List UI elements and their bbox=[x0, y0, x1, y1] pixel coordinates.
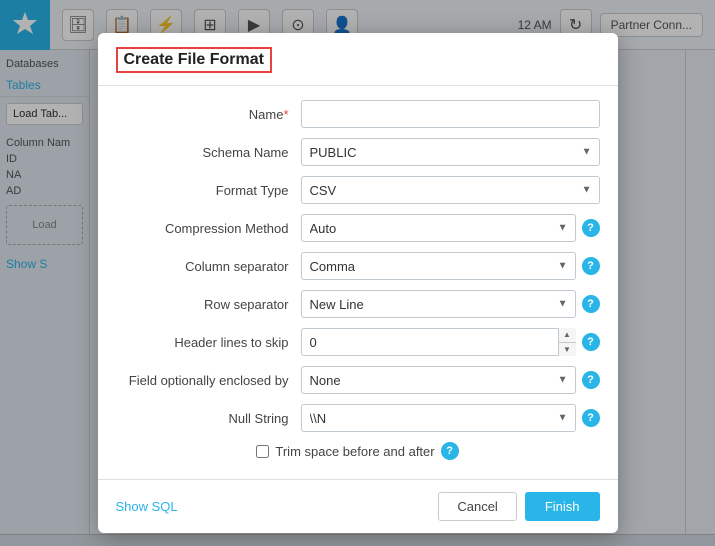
modal-header: Create File Format bbox=[98, 33, 618, 86]
row-separator-select[interactable]: New Line bbox=[301, 290, 576, 318]
null-string-row: Null String \\N ▼ ? bbox=[116, 404, 600, 432]
header-lines-help-icon[interactable]: ? bbox=[582, 333, 600, 351]
field-enclosed-help-icon[interactable]: ? bbox=[582, 371, 600, 389]
trim-space-row: Trim space before and after ? bbox=[116, 442, 600, 460]
null-string-select[interactable]: \\N bbox=[301, 404, 576, 432]
trim-space-checkbox[interactable] bbox=[256, 445, 269, 458]
schema-name-control: PUBLIC ▼ bbox=[301, 138, 600, 166]
name-control bbox=[301, 100, 600, 128]
row-separator-label: Row separator bbox=[116, 297, 301, 312]
footer-buttons: Cancel Finish bbox=[438, 492, 599, 521]
compression-method-row: Compression Method Auto ▼ ? bbox=[116, 214, 600, 242]
modal-footer: Show SQL Cancel Finish bbox=[98, 479, 618, 533]
compression-method-label: Compression Method bbox=[116, 221, 301, 236]
modal-dialog: Create File Format Name* Schema Name bbox=[98, 33, 618, 533]
column-separator-help-icon[interactable]: ? bbox=[582, 257, 600, 275]
header-lines-wrapper: ▲ ▼ bbox=[301, 328, 576, 356]
compression-method-control: Auto ▼ ? bbox=[301, 214, 600, 242]
name-required-marker: * bbox=[283, 107, 288, 122]
row-separator-wrapper: New Line ▼ bbox=[301, 290, 576, 318]
schema-name-wrapper: PUBLIC ▼ bbox=[301, 138, 600, 166]
column-separator-wrapper: Comma ▼ bbox=[301, 252, 576, 280]
schema-name-row: Schema Name PUBLIC ▼ bbox=[116, 138, 600, 166]
compression-method-select[interactable]: Auto bbox=[301, 214, 576, 242]
row-separator-help-icon[interactable]: ? bbox=[582, 295, 600, 313]
cancel-button[interactable]: Cancel bbox=[438, 492, 516, 521]
trim-space-label: Trim space before and after bbox=[275, 444, 434, 459]
field-enclosed-label: Field optionally enclosed by bbox=[116, 373, 301, 388]
null-string-help-icon[interactable]: ? bbox=[582, 409, 600, 427]
null-string-label: Null String bbox=[116, 411, 301, 426]
schema-name-label: Schema Name bbox=[116, 145, 301, 160]
schema-name-select[interactable]: PUBLIC bbox=[301, 138, 600, 166]
column-separator-control: Comma ▼ ? bbox=[301, 252, 600, 280]
trim-space-help-icon[interactable]: ? bbox=[441, 442, 459, 460]
column-separator-row: Column separator Comma ▼ ? bbox=[116, 252, 600, 280]
column-separator-label: Column separator bbox=[116, 259, 301, 274]
header-lines-input[interactable] bbox=[301, 328, 576, 356]
column-separator-select[interactable]: Comma bbox=[301, 252, 576, 280]
field-enclosed-control: None ▼ ? bbox=[301, 366, 600, 394]
header-lines-row: Header lines to skip ▲ ▼ ? bbox=[116, 328, 600, 356]
format-type-label: Format Type bbox=[116, 183, 301, 198]
format-type-row: Format Type CSV ▼ bbox=[116, 176, 600, 204]
field-enclosed-wrapper: None ▼ bbox=[301, 366, 576, 394]
field-enclosed-select[interactable]: None bbox=[301, 366, 576, 394]
name-input[interactable] bbox=[301, 100, 600, 128]
name-row: Name* bbox=[116, 100, 600, 128]
null-string-control: \\N ▼ ? bbox=[301, 404, 600, 432]
show-sql-link[interactable]: Show SQL bbox=[116, 499, 178, 514]
header-lines-down-arrow[interactable]: ▼ bbox=[559, 343, 576, 357]
header-lines-up-arrow[interactable]: ▲ bbox=[559, 328, 576, 343]
compression-help-icon[interactable]: ? bbox=[582, 219, 600, 237]
finish-button[interactable]: Finish bbox=[525, 492, 600, 521]
modal-overlay: Create File Format Name* Schema Name bbox=[0, 0, 715, 546]
header-lines-label: Header lines to skip bbox=[116, 335, 301, 350]
compression-method-wrapper: Auto ▼ bbox=[301, 214, 576, 242]
format-type-select[interactable]: CSV bbox=[301, 176, 600, 204]
field-enclosed-row: Field optionally enclosed by None ▼ ? bbox=[116, 366, 600, 394]
format-type-control: CSV ▼ bbox=[301, 176, 600, 204]
row-separator-control: New Line ▼ ? bbox=[301, 290, 600, 318]
modal-title: Create File Format bbox=[116, 47, 272, 73]
row-separator-row: Row separator New Line ▼ ? bbox=[116, 290, 600, 318]
header-lines-control: ▲ ▼ ? bbox=[301, 328, 600, 356]
name-label: Name* bbox=[116, 107, 301, 122]
format-type-wrapper: CSV ▼ bbox=[301, 176, 600, 204]
null-string-wrapper: \\N ▼ bbox=[301, 404, 576, 432]
modal-body: Name* Schema Name PUBLIC ▼ bbox=[98, 86, 618, 479]
header-lines-spinner: ▲ ▼ bbox=[558, 328, 576, 356]
